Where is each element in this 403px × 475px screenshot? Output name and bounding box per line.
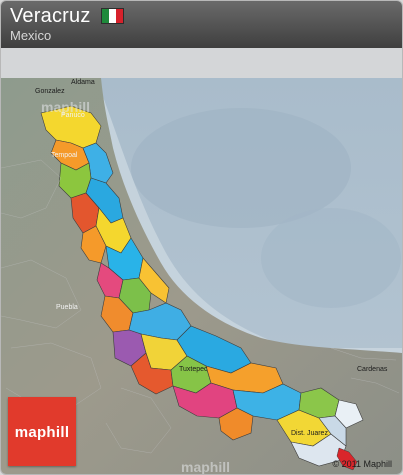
place-label: Tuxtepec: [179, 366, 208, 373]
place-label: Aldama: [71, 79, 95, 86]
maphill-logo-label: maphill: [14, 424, 70, 441]
place-label: Tempoal: [51, 152, 78, 159]
map-title: Veracruz: [10, 5, 91, 27]
copyright-text: © 2011 Maphill: [332, 459, 393, 469]
map-watermark-bottom: maphill: [181, 459, 230, 474]
place-label: Panuco: [61, 112, 85, 119]
map-frame: Veracruz Mexico maphill maphill Aldama G…: [0, 0, 403, 475]
place-label: Gonzalez: [35, 88, 65, 95]
map-header: Veracruz Mexico: [1, 1, 402, 48]
place-label: Cardenas: [357, 366, 388, 373]
flag-stripe-white: [109, 9, 116, 23]
maphill-logo[interactable]: maphill: [8, 397, 76, 466]
flag-stripe-green: [102, 9, 109, 23]
flag-stripe-red: [116, 9, 123, 23]
map-subtitle: Mexico: [10, 28, 52, 43]
mexico-flag-icon: [102, 9, 123, 23]
place-label: Puebla: [56, 304, 78, 311]
place-label: Dist. Juarez: [291, 430, 328, 437]
